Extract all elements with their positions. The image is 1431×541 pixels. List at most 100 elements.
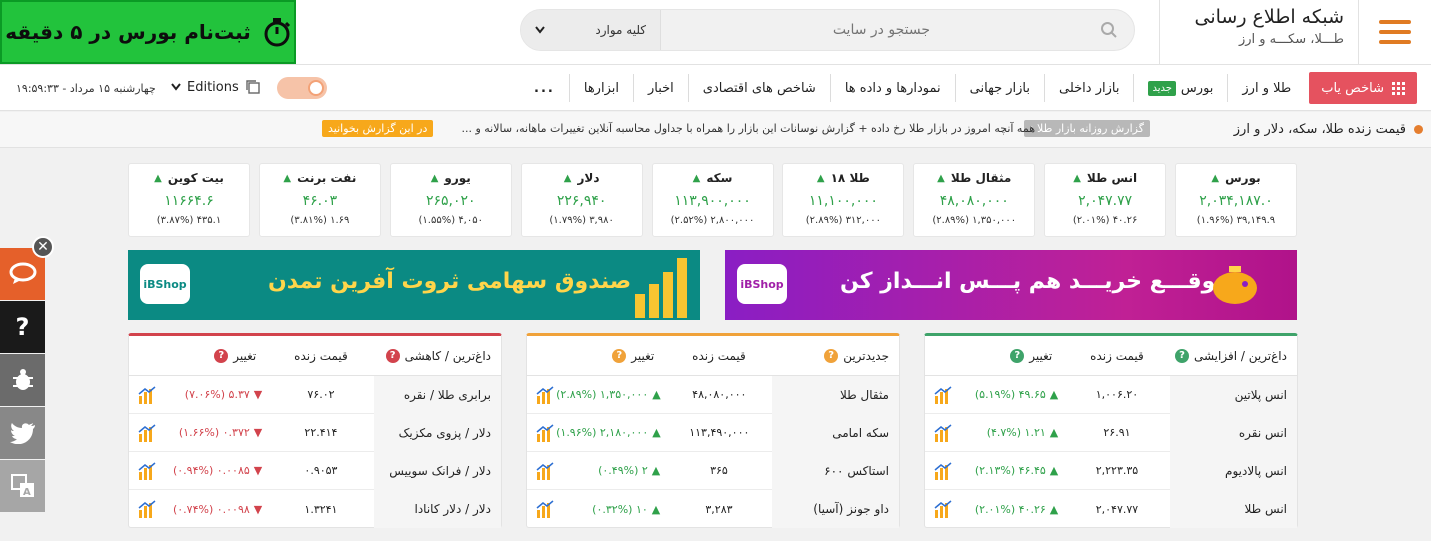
- twitter-icon[interactable]: [0, 407, 45, 459]
- help-question-icon[interactable]: ?: [0, 301, 45, 353]
- price-card-euro[interactable]: یورو ▲ ۲۶۵,۰۲۰ ۴,۰۵۰ (۱.۵۵%): [389, 163, 512, 237]
- toggle-knob: [308, 80, 324, 96]
- nav-label: نمودارها و داده ها: [844, 80, 941, 96]
- help-question-icon[interactable]: ?: [385, 348, 400, 363]
- row-price: ۲,۰۴۷.۷۷: [1095, 502, 1139, 516]
- row-change: ▲ ۲ (۰.۴۹%): [563, 464, 666, 477]
- chevron-down-icon: [535, 26, 545, 34]
- row-price: ۰.۹۰۵۳: [304, 464, 338, 477]
- nav-item-gold-currency[interactable]: طلا و ارز: [1227, 74, 1305, 102]
- table-row[interactable]: دلار / دلار کانادا ۱.۳۲۴۱ ▼ ۰.۰۰۹۸ (۰.۷۴%): [129, 490, 501, 528]
- index-finder-button[interactable]: شاخص یاب: [1309, 72, 1417, 104]
- hamburger-menu-icon[interactable]: [1359, 0, 1431, 64]
- table-row[interactable]: انس پالادیوم ۲,۲۲۳.۳۵ ▲ ۴۶.۴۵ (۲.۱۳%): [925, 451, 1297, 490]
- help-question-icon[interactable]: ?: [612, 348, 627, 363]
- table-row[interactable]: مثقال طلا ۴۸,۰۸۰,۰۰۰ ▲ ۱,۳۵۰,۰۰۰ (۲.۸۹%): [527, 375, 899, 414]
- row-change-value: ۴۶.۴۵ (۲.۱۳%): [974, 464, 1046, 477]
- help-question-icon[interactable]: ?: [1010, 348, 1025, 363]
- nav-item-economic-indicators[interactable]: شاخص های اقتصادی: [687, 74, 830, 102]
- arrow-up-icon: ▲: [1073, 172, 1081, 184]
- stopwatch-icon: [264, 18, 290, 47]
- price-card-bourse[interactable]: بورس ▲ ۲,۰۳۴,۱۸۷.۰ ۳۹,۱۴۹.۹ (۱.۹۶%): [1175, 163, 1297, 237]
- chart-icon[interactable]: [925, 461, 961, 480]
- price-card-gold-18[interactable]: طلا ۱۸ ▲ ۱۱,۱۰۰,۰۰۰ ۳۱۲,۰۰۰ (۲.۸۹%): [782, 163, 905, 237]
- card-value: ۲,۰۳۴,۱۸۷.۰: [1199, 193, 1273, 209]
- arrow-up-icon: ▲: [1049, 388, 1059, 401]
- nav-item-global-market[interactable]: بازار جهانی: [954, 74, 1044, 102]
- nav-item-domestic-market[interactable]: بازار داخلی: [1043, 74, 1133, 102]
- nav-item-more[interactable]: ...: [520, 74, 569, 102]
- nav-label: شاخص های اقتصادی: [702, 80, 816, 96]
- nav-item-news[interactable]: اخبار: [632, 74, 688, 102]
- chart-icon[interactable]: [129, 385, 165, 404]
- price-card-bitcoin[interactable]: بیت کوین ▲ ۱۱۶۶۴.۶ ۴۳۵.۱ (۳.۸۷%): [128, 163, 250, 237]
- price-card-gold-ounce[interactable]: انس طلا ▲ ۲,۰۴۷.۷۷ ۴۰.۲۶ (۲.۰۱%): [1044, 163, 1167, 237]
- chart-icon[interactable]: [129, 500, 165, 518]
- site-logo[interactable]: شبکه اطلاع رسانی طـــلا، سکـــه و ارز: [1159, 0, 1359, 64]
- table-row[interactable]: داو جونز (آسیا) ۳,۲۸۳ ▲ ۱۰ (۰.۳۲%): [527, 490, 899, 528]
- search-input[interactable]: [661, 10, 1134, 50]
- help-question-icon[interactable]: ?: [1174, 348, 1189, 363]
- price-card-dollar[interactable]: دلار ▲ ۲۲۶,۹۴۰ ۳,۹۸۰ (۱.۷۹%): [520, 163, 643, 237]
- search-scope-select[interactable]: کلیه موارد: [521, 10, 661, 50]
- table-row[interactable]: انس نقره ۲۶.۹۱ ▲ ۱.۲۱ (۴.۷%): [925, 413, 1297, 452]
- row-name: مثقال طلا: [771, 375, 899, 414]
- arrow-up-icon: ▲: [652, 426, 661, 439]
- editions-dropdown[interactable]: Editions: [171, 79, 261, 95]
- arrow-up-icon: ▲: [563, 172, 572, 184]
- editions-label: Editions: [187, 79, 239, 95]
- floating-sidebar: ? A: [0, 248, 45, 513]
- table-row[interactable]: انس طلا ۲,۰۴۷.۷۷ ▲ ۴۰.۲۶ (۲.۰۱%): [925, 490, 1297, 528]
- card-value: ۲۲۶,۹۴۰: [556, 193, 607, 209]
- arrow-up-icon: ▲: [937, 172, 945, 184]
- theme-toggle[interactable]: [277, 77, 327, 99]
- live-dot-icon: [1414, 125, 1423, 134]
- search-icon[interactable]: [1100, 21, 1118, 39]
- signup-promo-banner[interactable]: ثبت‌نام بورس در ۵ دقیقه: [0, 0, 296, 64]
- price-card-gold-mesghal[interactable]: مثقال طلا ▲ ۴۸,۰۸۰,۰۰۰ ۱,۳۵۰,۰۰۰ (۲.۸۹%): [913, 163, 1036, 237]
- table-row[interactable]: دلار / پزوی مکزیک ۲۲.۴۱۴ ▼ ۰.۳۷۲ (۱.۶۶%): [129, 413, 501, 452]
- nav-item-bourse[interactable]: بورس جدید: [1133, 74, 1227, 102]
- arrow-up-icon: ▲: [1049, 502, 1059, 516]
- chart-icon[interactable]: [925, 423, 961, 442]
- chart-icon[interactable]: [527, 461, 563, 480]
- chart-icon[interactable]: [129, 461, 165, 480]
- table-row[interactable]: سکه امامی ۱۱۳,۴۹۰,۰۰۰ ▲ ۲,۱۸۰,۰۰۰ (۱.۹۶%): [527, 413, 899, 452]
- help-question-icon[interactable]: ?: [214, 348, 229, 363]
- col-change: تغییر: [1029, 348, 1053, 363]
- ad-banner-tamadon-fund[interactable]: iBShop صندوق سهامی ثروت آفرین تمدن: [128, 250, 700, 320]
- row-name: انس پلاتین: [1169, 375, 1297, 414]
- chart-icon[interactable]: [129, 423, 165, 442]
- translate-icon[interactable]: A: [0, 460, 45, 512]
- row-name: سکه امامی: [771, 413, 899, 452]
- nav-label: بازار جهانی: [969, 80, 1030, 96]
- close-icon[interactable]: ✕: [32, 236, 54, 258]
- nav-item-tools[interactable]: ابزارها: [568, 74, 633, 102]
- bug-report-icon[interactable]: [0, 354, 45, 406]
- table-row[interactable]: برابری طلا / نقره ۷۶.۰۲ ▼ ۵.۳۷ (۷.۰۶%): [129, 375, 501, 414]
- card-value: ۴۸,۰۸۰,۰۰۰: [939, 193, 1009, 209]
- row-change-value: ۰.۳۷۲ (۱.۶۶%): [178, 426, 250, 439]
- chart-icon[interactable]: [527, 423, 563, 442]
- row-price: ۲,۲۲۳.۳۵: [1095, 464, 1139, 477]
- report-text[interactable]: همه آنچه امروز در بازار طلا رخ داده + گز…: [461, 122, 1035, 135]
- table-row[interactable]: دلار / فرانک سوییس ۰.۹۰۵۳ ▼ ۰.۰۰۸۵ (۰.۹۴%): [129, 451, 501, 490]
- nav-item-charts-data[interactable]: نمودارها و داده ها: [829, 74, 955, 102]
- nav-label: بورس: [1180, 80, 1214, 96]
- ibshop-logo: iBShop: [737, 264, 787, 304]
- ad-banner-save-shopping[interactable]: iBShop موقـــع خریـــد هم پـــس انـــداز…: [725, 250, 1297, 320]
- chart-icon[interactable]: [527, 500, 563, 518]
- table-row[interactable]: استاکس ۶۰۰ ۳۶۵ ▲ ۲ (۰.۴۹%): [527, 451, 899, 490]
- chart-icon[interactable]: [527, 385, 563, 404]
- help-question-icon[interactable]: ?: [824, 348, 839, 363]
- report-link-button[interactable]: در این گزارش بخوانید: [322, 120, 434, 137]
- live-prices-label[interactable]: قیمت زنده طلا، سکه، دلار و ارز: [1234, 122, 1423, 137]
- grid-icon: [1392, 81, 1405, 95]
- chart-icon[interactable]: [925, 500, 961, 518]
- table-row[interactable]: انس پلاتین ۱,۰۰۶.۲۰ ▲ ۴۹.۶۵ (۵.۱۹%): [925, 375, 1297, 414]
- price-card-coin[interactable]: سکه ▲ ۱۱۳,۹۰۰,۰۰۰ ۲,۸۰۰,۰۰۰ (۲.۵۲%): [651, 163, 774, 237]
- price-card-brent[interactable]: نفت برنت ▲ ۴۶.۰۳ ۱.۶۹ (۳.۸۱%): [258, 163, 381, 237]
- row-name: دلار / فرانک سوییس: [373, 451, 501, 490]
- chart-icon[interactable]: [925, 385, 961, 404]
- row-change: ▲ ۱,۳۵۰,۰۰۰ (۲.۸۹%): [556, 388, 667, 401]
